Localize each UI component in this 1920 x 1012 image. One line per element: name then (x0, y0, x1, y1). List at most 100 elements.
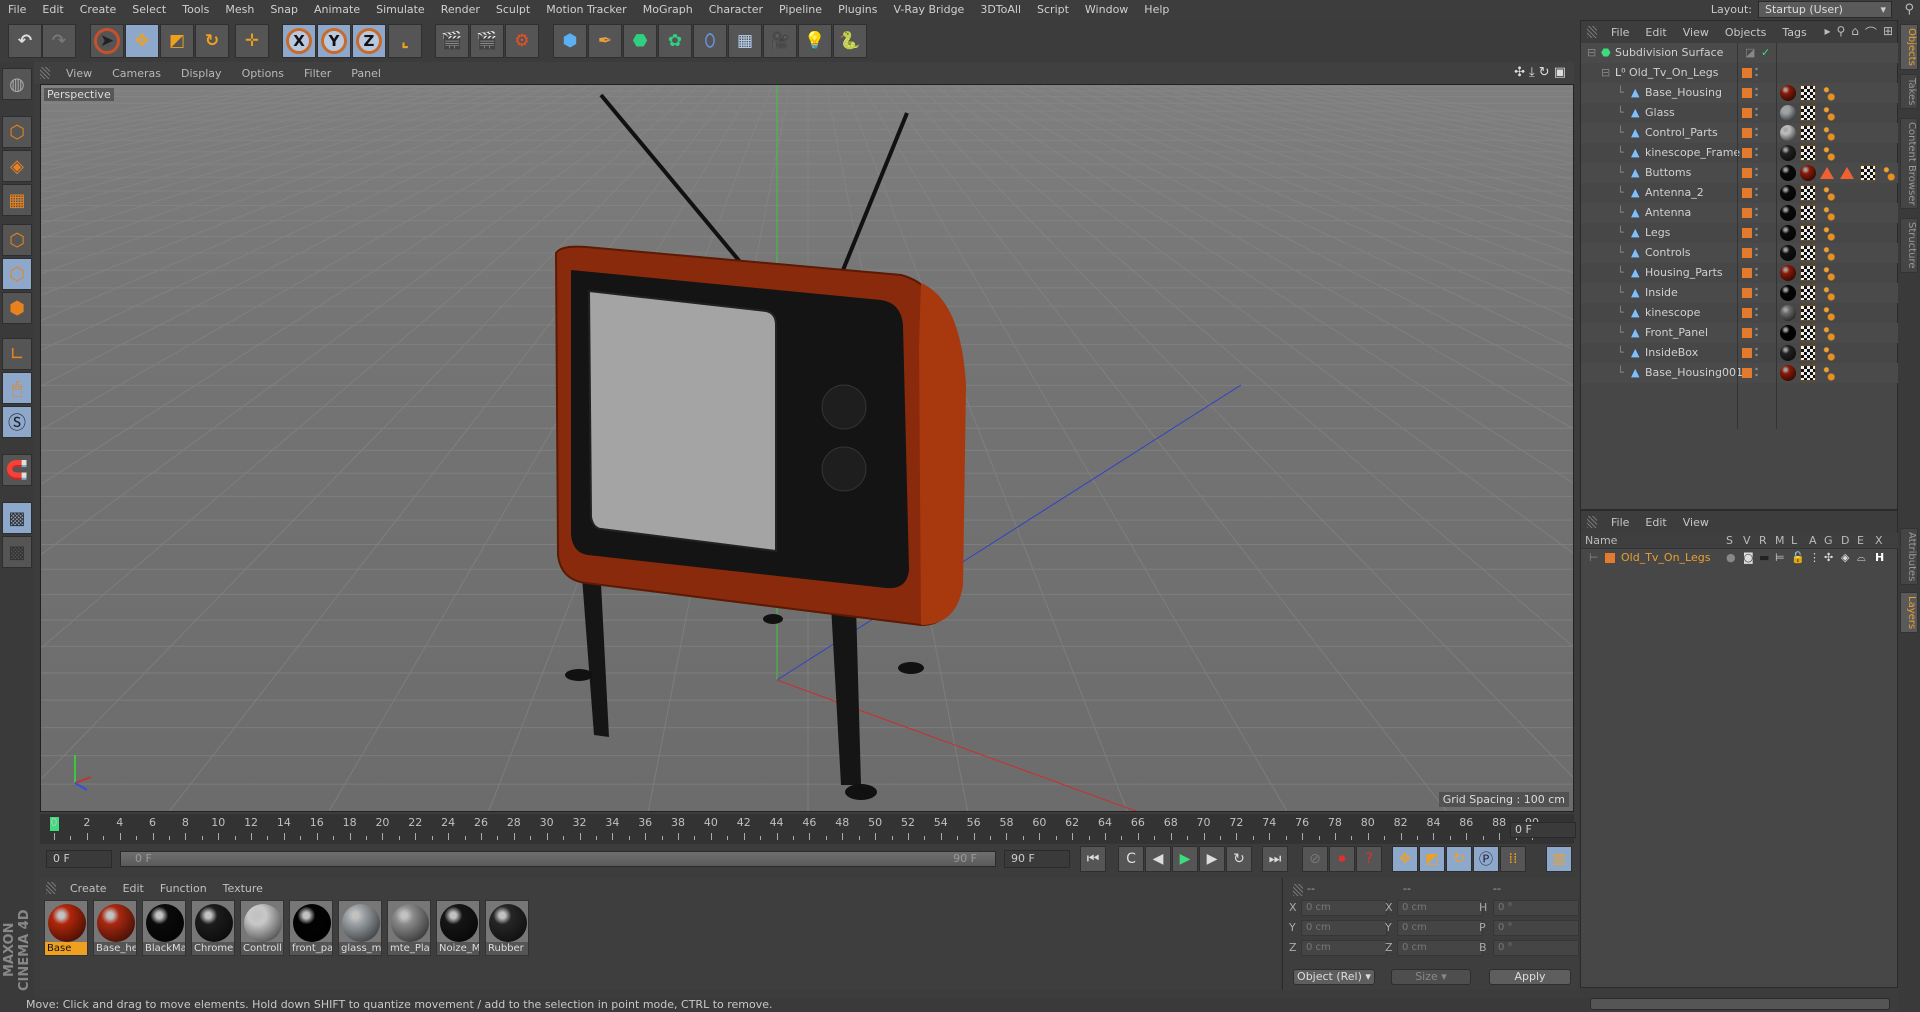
menu-create[interactable]: Create (72, 0, 125, 20)
menu-edit[interactable]: Edit (34, 0, 71, 20)
material-tag-icon[interactable] (1780, 325, 1796, 341)
z-axis-button[interactable]: Z (352, 24, 386, 58)
uvw-tag-icon[interactable] (1860, 165, 1876, 181)
layer-column-header[interactable]: X (1875, 534, 1883, 547)
key-point-level-button[interactable]: ⁞⁞ (1500, 846, 1526, 872)
redo-button[interactable]: ↷ (42, 24, 76, 58)
visibility-toggle-icon[interactable] (1755, 226, 1758, 240)
om-menu-file[interactable]: File (1603, 26, 1637, 39)
layer-column-header[interactable]: D (1841, 534, 1849, 547)
object-name[interactable]: kinescope_Frame (1645, 143, 1740, 163)
magnet-button[interactable]: 🧲 (2, 454, 32, 486)
layer-color-icon[interactable] (1742, 88, 1752, 98)
material-tag-icon[interactable] (1780, 245, 1796, 261)
coordinate-system-button[interactable]: ⌞ (388, 24, 422, 58)
coordinate-mode-dropdown[interactable]: Object (Rel) ▾ (1293, 969, 1375, 985)
material-tag-icon[interactable] (1780, 85, 1796, 101)
layer-disabled-icon[interactable]: ◪ (1745, 43, 1755, 63)
next-frame-button[interactable]: ▶ (1199, 846, 1225, 872)
menu-3dtoall[interactable]: 3DToAll (972, 0, 1029, 20)
record-keys-button[interactable]: ⏺ (1329, 846, 1355, 872)
coord-value-field[interactable]: 0 cm (1397, 940, 1483, 956)
phong-tag-icon[interactable] (1820, 325, 1836, 341)
material-menu-function[interactable]: Function (152, 882, 215, 895)
menu-window[interactable]: Window (1077, 0, 1136, 20)
material-tag-icon[interactable] (1780, 125, 1796, 141)
visibility-toggle-icon[interactable] (1755, 326, 1758, 340)
object-name[interactable]: Subdivision Surface (1615, 43, 1723, 63)
object-row[interactable]: └ ▲ Buttoms (1581, 163, 1899, 183)
object-row[interactable]: └ ▲ Base_Housing001 (1581, 363, 1899, 383)
object-row[interactable]: └ ▲ Housing_Parts (1581, 263, 1899, 283)
selection-tag-icon[interactable] (1820, 167, 1834, 179)
rotate-tool-button[interactable]: ↻ (195, 24, 229, 58)
material-swatch[interactable]: front_pa (289, 900, 333, 956)
material-tag-icon[interactable] (1780, 185, 1796, 201)
object-name[interactable]: Old_Tv_On_Legs (1629, 63, 1718, 83)
phong-tag-icon[interactable] (1820, 225, 1836, 241)
layer-color-icon[interactable] (1742, 68, 1752, 78)
panel-grip[interactable] (1293, 884, 1303, 896)
object-row[interactable]: └ ▲ InsideBox (1581, 343, 1899, 363)
phong-tag-icon[interactable] (1820, 245, 1836, 261)
material-menu-create[interactable]: Create (62, 882, 115, 895)
om-menu-tags[interactable]: Tags (1774, 26, 1814, 39)
pen-spline-button[interactable]: ✒ (588, 24, 622, 58)
xref-toggle-icon[interactable]: H (1875, 549, 1884, 567)
end-frame-field[interactable]: 90 F (1004, 850, 1070, 868)
layer-color-icon[interactable] (1742, 108, 1752, 118)
search-icon[interactable]: ⚲ (1837, 24, 1846, 41)
layer-column-header[interactable]: S (1726, 534, 1733, 547)
live-selection-button[interactable]: ➤ (90, 24, 124, 58)
uvw-tag-icon[interactable] (1800, 185, 1816, 201)
object-row[interactable]: └ ▲ Legs (1581, 223, 1899, 243)
layer-column-header[interactable]: A (1809, 534, 1817, 547)
visibility-toggle-icon[interactable] (1755, 306, 1758, 320)
visibility-toggle-icon[interactable] (1755, 146, 1758, 160)
right-tab[interactable]: Structure (1900, 218, 1918, 273)
material-tag-icon[interactable] (1780, 265, 1796, 281)
polygons-mode-button[interactable]: ⬢ (2, 292, 32, 324)
material-swatch[interactable]: glass_m (338, 900, 382, 956)
viewport-menu-panel[interactable]: Panel (341, 67, 391, 80)
previous-frame-button[interactable]: ◀ (1145, 846, 1171, 872)
uvw-tag-icon[interactable] (1800, 265, 1816, 281)
object-row[interactable]: └ ▲ Base_Housing (1581, 83, 1899, 103)
model-mode-button[interactable]: ⬡ (2, 116, 32, 148)
menu-mesh[interactable]: Mesh (217, 0, 262, 20)
lm-menu-edit[interactable]: Edit (1637, 516, 1674, 529)
object-name[interactable]: Antenna_2 (1645, 183, 1704, 203)
object-name[interactable]: Control_Parts (1645, 123, 1718, 143)
frame-range-slider[interactable]: 0 F 90 F (120, 851, 996, 867)
object-name[interactable]: Housing_Parts (1645, 263, 1723, 283)
start-frame-field[interactable]: 0 F (46, 850, 112, 868)
collapse-icon[interactable]: ⌒ (1865, 24, 1877, 41)
coord-value-field[interactable]: 0 ° (1493, 920, 1579, 936)
material-tag-icon[interactable] (1800, 165, 1816, 181)
visibility-toggle-icon[interactable] (1755, 286, 1758, 300)
layer-row[interactable]: ⊢ Old_Tv_On_Legs ● ◙ ▬ ⊨ 🔓 ⋮ ✣ ◈ ⌓ H (1581, 549, 1899, 567)
points-mode-button[interactable]: ⬡ (2, 224, 32, 256)
floor-button[interactable]: ▦ (728, 24, 762, 58)
animation-toggle-icon[interactable]: ⋮ (1809, 549, 1820, 567)
right-tab[interactable]: Objects (1900, 24, 1918, 70)
object-row[interactable]: └ ▲ Front_Panel (1581, 323, 1899, 343)
visibility-toggle-icon[interactable] (1755, 246, 1758, 260)
material-swatch[interactable]: mte_Pla (387, 900, 431, 956)
object-name[interactable]: Base_Housing (1645, 83, 1722, 103)
material-menu-texture[interactable]: Texture (215, 882, 271, 895)
undo-button[interactable]: ↶ (8, 24, 42, 58)
recent-tool-button[interactable]: ✛ (235, 24, 269, 58)
visibility-toggle-icon[interactable] (1755, 126, 1758, 140)
layer-color-icon[interactable] (1742, 368, 1752, 378)
size-mode-dropdown[interactable]: Size ▾ (1391, 969, 1471, 985)
menu-tools[interactable]: Tools (174, 0, 217, 20)
object-name[interactable]: Buttoms (1645, 163, 1691, 183)
object-row[interactable]: └ ▲ Antenna_2 (1581, 183, 1899, 203)
material-swatch[interactable]: Noize_M (436, 900, 480, 956)
go-to-end-button[interactable]: ⏭ (1262, 846, 1288, 872)
phong-tag-icon[interactable] (1820, 365, 1836, 381)
uvw-tag-icon[interactable] (1800, 145, 1816, 161)
snap-mode-button[interactable]: Ⓢ (2, 406, 32, 438)
layer-color-icon[interactable] (1742, 128, 1752, 138)
